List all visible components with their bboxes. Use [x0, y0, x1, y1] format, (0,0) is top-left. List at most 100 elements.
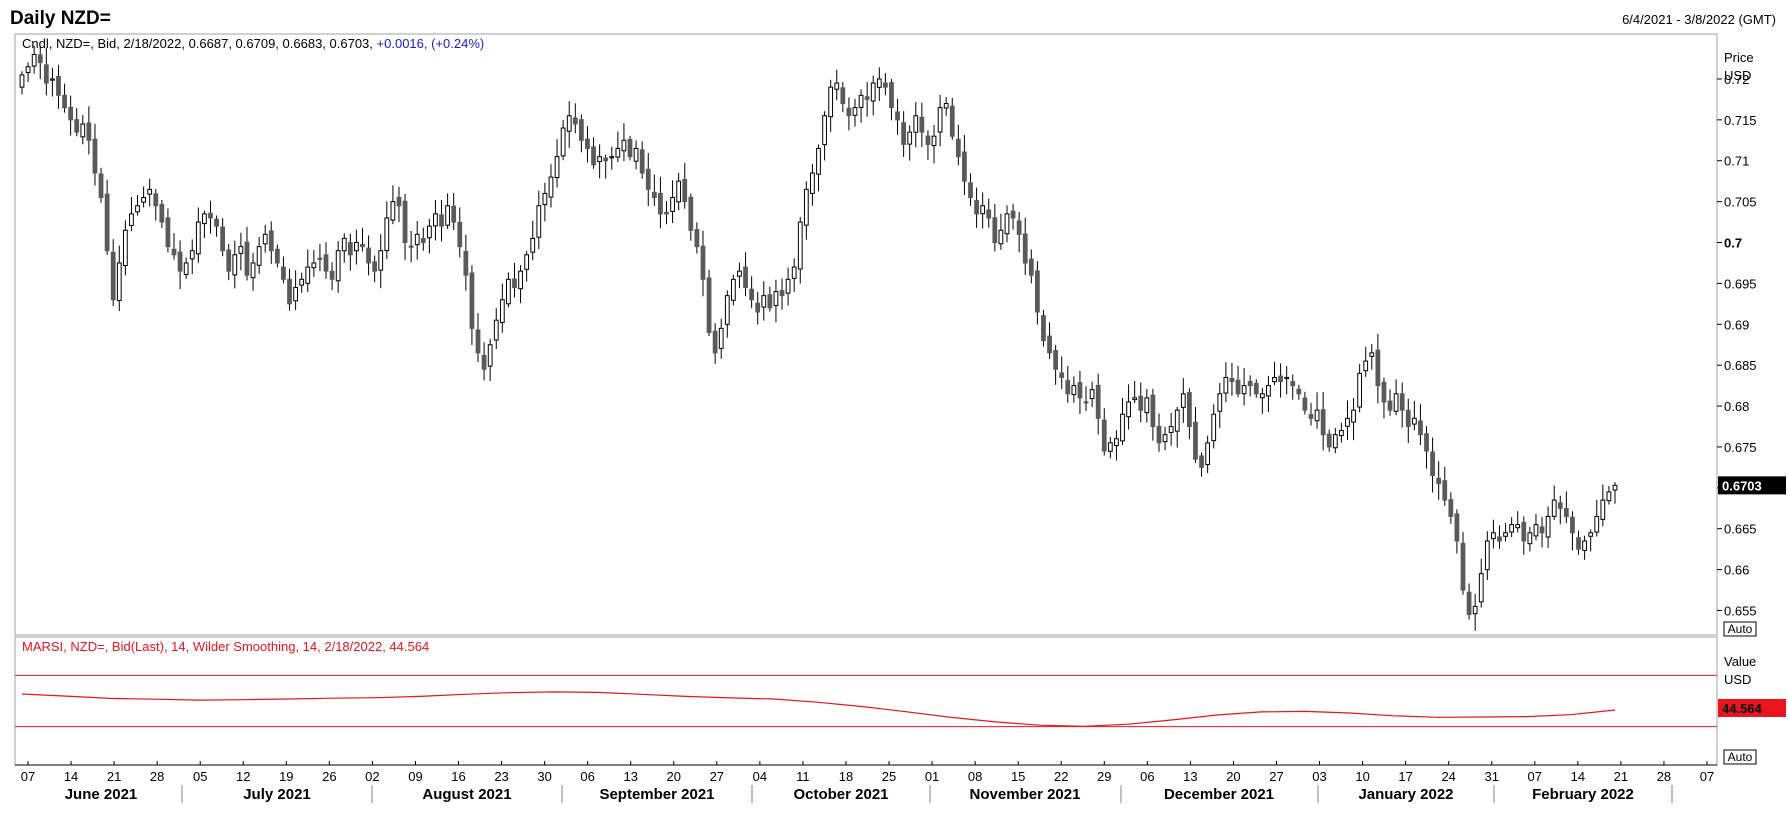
candle-body	[1411, 417, 1417, 425]
candle-body	[226, 249, 232, 272]
rsi-plot-frame	[14, 636, 1718, 766]
candle-body	[335, 250, 341, 282]
rsi-line	[21, 691, 1616, 727]
candle-body	[1144, 397, 1150, 414]
candle-body	[426, 225, 432, 239]
x-tick-label: 28	[1657, 769, 1671, 784]
candle-body	[220, 226, 226, 252]
x-tick-label: 24	[1441, 769, 1455, 784]
candle-body	[943, 103, 949, 109]
candle-body	[670, 197, 675, 212]
candle-body	[755, 302, 761, 313]
candle-body	[56, 75, 61, 96]
candle-body	[43, 64, 49, 84]
candle-body	[92, 138, 98, 174]
candle-body	[992, 217, 998, 244]
candle-body	[1533, 524, 1539, 537]
candle-body	[439, 214, 444, 227]
candle-body	[1393, 393, 1399, 412]
candle-body	[1418, 420, 1423, 436]
candle-body	[129, 213, 134, 226]
candle-body	[858, 94, 864, 108]
candle-body	[329, 270, 335, 280]
candle-body	[986, 209, 992, 219]
candle-body	[603, 157, 609, 162]
candle-body	[767, 294, 773, 309]
candle-body	[846, 107, 852, 117]
chart-title: Daily NZD=	[10, 8, 111, 29]
candle-body	[1466, 591, 1472, 616]
price-last-tag: 0.6703	[1718, 476, 1786, 495]
candle-body	[1035, 270, 1040, 313]
candle-body	[548, 176, 554, 198]
candle-body	[1527, 532, 1533, 545]
candle-body	[122, 229, 128, 267]
candle-body	[1101, 419, 1107, 452]
candle-body	[1539, 526, 1545, 534]
x-month-label: January 2022	[1358, 786, 1453, 803]
price-legend: Cndl, NZD=, Bid, 2/18/2022, 0.6687, 0.67…	[22, 36, 484, 51]
candle-body	[706, 277, 712, 333]
candle-body	[506, 278, 511, 305]
candle-body	[1557, 502, 1563, 509]
candle-body	[116, 262, 122, 302]
candle-body	[499, 299, 505, 323]
candle-body	[1600, 499, 1606, 520]
candle-body	[1059, 372, 1065, 378]
candle-body	[1150, 394, 1156, 427]
candle-body	[1004, 213, 1010, 235]
candle-body	[354, 242, 359, 252]
candle-body	[86, 122, 92, 141]
x-tick-label: 14	[64, 769, 78, 784]
candle-body	[1235, 379, 1241, 395]
x-tick-label: 20	[667, 769, 681, 784]
chart-root: Daily NZD= 6/4/2021 - 3/8/2022 (GMT) Cnd…	[0, 0, 1788, 827]
candle-body	[1290, 381, 1296, 387]
candle-body	[1472, 605, 1478, 615]
candle-body	[366, 247, 371, 264]
candle-body	[390, 201, 396, 221]
candle-body	[1582, 540, 1587, 551]
candle-body	[1387, 400, 1393, 411]
price-auto-label: Auto	[1728, 622, 1753, 636]
candle-body	[585, 138, 590, 149]
x-tick-label: 28	[150, 769, 164, 784]
candle-body	[785, 278, 791, 294]
candle-body	[791, 266, 797, 279]
candle-body	[810, 172, 815, 194]
candle-body	[1010, 210, 1016, 219]
x-tick-label: 15	[1011, 769, 1025, 784]
x-tick-label: 30	[537, 769, 551, 784]
candle-body	[1168, 425, 1174, 433]
candle-body	[1314, 409, 1320, 422]
candle-body	[937, 107, 943, 133]
x-tick-label: 21	[1614, 769, 1628, 784]
candle-body	[682, 178, 688, 203]
candle-body	[597, 156, 602, 162]
chart-svg: Daily NZD= 6/4/2021 - 3/8/2022 (GMT) Cnd…	[10, 8, 1786, 803]
price-axis-title-1: Price	[1724, 50, 1754, 65]
candle-body	[737, 270, 742, 277]
candle-body	[256, 246, 262, 266]
candle-body	[955, 138, 961, 158]
x-month-label: June 2021	[65, 786, 138, 803]
candle-body	[1071, 385, 1077, 396]
rsi-axis-title-1: Value	[1724, 654, 1756, 669]
x-tick-label: 11	[796, 769, 810, 784]
candle-body	[931, 135, 937, 147]
price-legend-change: +0.0016, (+0.24%)	[377, 36, 485, 51]
candle-body	[664, 211, 669, 215]
candle-body	[1442, 480, 1448, 501]
candle-body	[1551, 499, 1557, 517]
price-y-tick-label: 0.665	[1724, 522, 1757, 537]
candle-body	[1302, 397, 1308, 411]
candle-body	[372, 261, 378, 272]
candle-body	[1187, 392, 1192, 427]
candle-body	[1612, 484, 1618, 491]
x-tick-label: 05	[193, 769, 207, 784]
candle-body	[1351, 409, 1356, 423]
candle-body	[968, 182, 973, 199]
candle-body	[1174, 409, 1180, 432]
candle-body	[396, 196, 402, 207]
x-month-label: August 2021	[422, 786, 511, 803]
